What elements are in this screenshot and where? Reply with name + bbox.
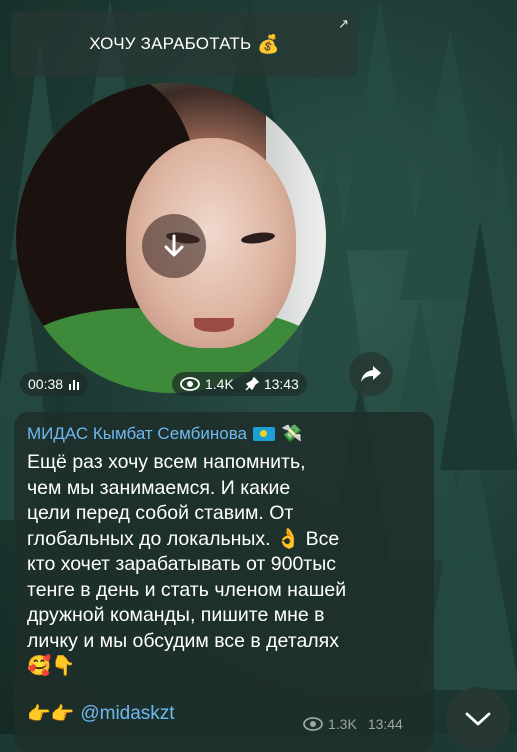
video-duration-badge: 00:38: [20, 372, 89, 396]
scroll-down-button[interactable]: [446, 687, 510, 751]
video-views: 1.4K: [205, 376, 234, 392]
inline-button-label: ХОЧУ ЗАРАБОТАТЬ: [89, 34, 252, 53]
message-meta: 1.3K 13:44: [303, 716, 403, 732]
download-button[interactable]: [142, 214, 206, 278]
inline-button-earn[interactable]: ХОЧУ ЗАРАБОТАТЬ 💰 ↗: [11, 11, 358, 77]
message-text: Ещё раз хочу всем напомнить, чем мы зани…: [27, 451, 347, 677]
username-link[interactable]: @midaskzt: [80, 703, 174, 725]
message-sender[interactable]: МИДАС Кымбат Сембинова 💸: [27, 424, 302, 444]
money-wings-icon: 💸: [281, 424, 303, 443]
money-bag-icon: 💰: [257, 33, 280, 54]
video-duration: 00:38: [28, 376, 64, 392]
message-link-line: 👉👉 @midaskzt: [27, 702, 175, 726]
video-meta-badge: 1.4K 13:43: [172, 372, 307, 396]
message-time: 13:44: [367, 716, 403, 732]
audio-wave-icon: [69, 380, 80, 390]
message-views: 1.3K: [328, 716, 357, 732]
video-time: 13:43: [263, 376, 299, 392]
views-eye-icon: [180, 377, 200, 391]
share-button[interactable]: [349, 352, 393, 396]
pointing-hands-icon: 👉👉: [27, 704, 75, 725]
arrow-down-icon: [164, 234, 184, 257]
sender-name: МИДАС Кымбат Сембинова: [27, 424, 248, 443]
kazakhstan-flag-icon: [253, 427, 276, 441]
external-link-icon: ↗: [338, 16, 349, 31]
pin-icon: [245, 377, 259, 391]
share-arrow-icon: [361, 366, 381, 382]
chevron-down-icon: [465, 712, 491, 726]
views-eye-icon: [303, 717, 323, 731]
